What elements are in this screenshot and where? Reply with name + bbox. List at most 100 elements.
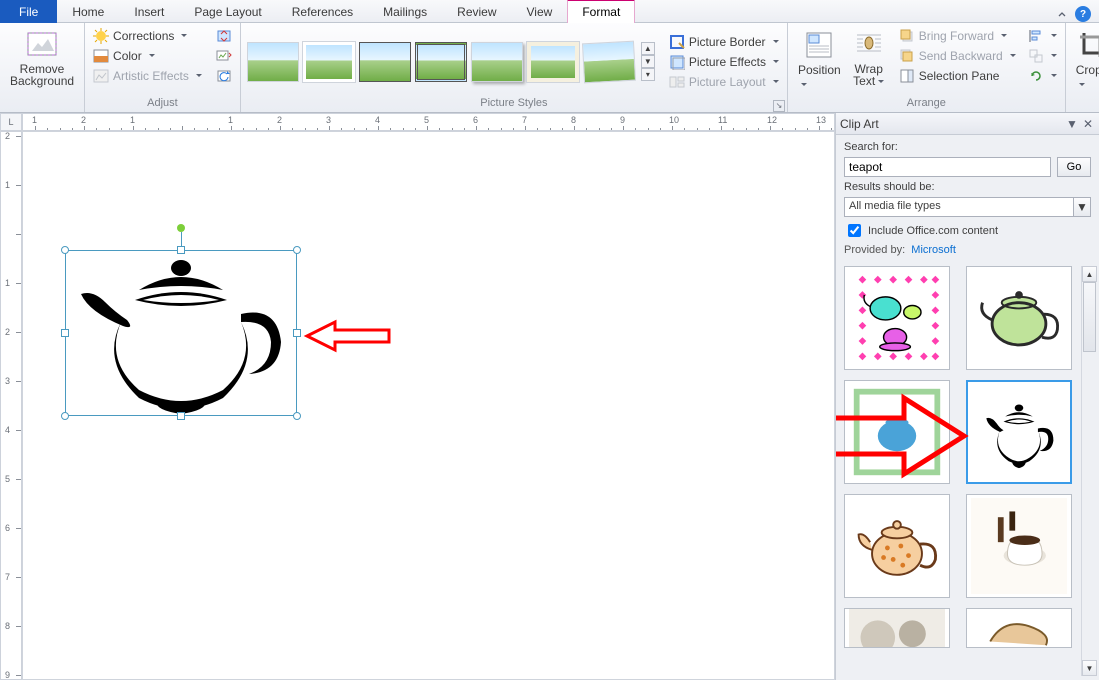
rotate-button[interactable] [1026, 67, 1059, 85]
selected-picture[interactable] [65, 250, 297, 416]
picture-layout-icon [669, 74, 685, 90]
ruler-corner[interactable]: L [0, 113, 22, 131]
send-backward-button[interactable]: Send Backward [897, 47, 1018, 65]
resize-handle-tr[interactable] [293, 246, 301, 254]
help-icon[interactable]: ? [1075, 6, 1091, 22]
horizontal-ruler[interactable]: 121123456789101112131415 [22, 113, 835, 131]
resize-handle-bm[interactable] [177, 412, 185, 420]
clipart-thumb[interactable] [966, 608, 1072, 648]
picture-style-thumb[interactable] [471, 42, 523, 82]
annotation-arrow-left [301, 316, 391, 356]
remove-background-label: Remove Background [10, 63, 74, 87]
pane-close-icon[interactable]: ✕ [1081, 117, 1095, 131]
wrap-text-button[interactable]: Wrap Text [849, 27, 889, 89]
vertical-ruler[interactable]: 211234567891011 [0, 131, 22, 680]
picture-style-thumb[interactable] [415, 42, 467, 82]
bring-forward-label: Bring Forward [919, 29, 994, 43]
search-input[interactable] [844, 157, 1051, 177]
rotate-handle[interactable] [177, 224, 185, 232]
crop-button[interactable]: Crop [1072, 27, 1099, 93]
clipart-thumb[interactable] [844, 494, 950, 598]
picture-border-icon [669, 34, 685, 50]
picture-style-thumb[interactable] [582, 40, 636, 83]
tab-references[interactable]: References [277, 0, 368, 23]
change-picture-button[interactable] [214, 47, 234, 65]
results-filter-combo[interactable]: All media file types ▼ [844, 197, 1091, 217]
tab-mailings[interactable]: Mailings [368, 0, 442, 23]
wrap-text-label: Wrap Text [853, 63, 885, 87]
resize-handle-tl[interactable] [61, 246, 69, 254]
clipart-thumb[interactable] [844, 266, 950, 370]
resize-handle-mr[interactable] [293, 329, 301, 337]
picture-effects-label: Picture Effects [689, 55, 766, 69]
include-office-checkbox[interactable] [848, 224, 861, 237]
color-label: Color [113, 49, 142, 63]
picture-style-thumb[interactable] [247, 42, 299, 82]
reset-picture-icon [216, 68, 232, 84]
color-button[interactable]: Color [91, 47, 204, 65]
bring-forward-icon [899, 28, 915, 44]
gallery-up-button[interactable]: ▲ [641, 42, 655, 55]
picture-style-thumb[interactable] [359, 42, 411, 82]
selection-outline [65, 250, 297, 416]
results-should-be-label: Results should be: [844, 181, 1091, 193]
tab-file[interactable]: File [0, 0, 57, 23]
clipart-thumb[interactable] [966, 494, 1072, 598]
remove-background-button[interactable]: Remove Background [6, 27, 78, 89]
results-scrollbar[interactable]: ▲ ▼ [1081, 266, 1097, 676]
gallery-down-button[interactable]: ▼ [641, 55, 655, 68]
picture-styles-launcher[interactable]: ↘ [773, 100, 785, 112]
align-icon [1028, 28, 1044, 44]
tab-view[interactable]: View [512, 0, 568, 23]
picture-style-thumb[interactable] [527, 42, 579, 82]
position-button[interactable]: Position [794, 27, 845, 93]
artistic-effects-button[interactable]: Artistic Effects [91, 67, 204, 85]
compress-pictures-button[interactable] [214, 27, 234, 45]
picture-style-thumb[interactable] [303, 42, 355, 82]
tab-home[interactable]: Home [57, 0, 119, 23]
clipart-thumb[interactable] [844, 608, 950, 648]
picture-effects-button[interactable]: Picture Effects [667, 53, 781, 71]
corrections-button[interactable]: Corrections [91, 27, 204, 45]
selection-pane-button[interactable]: Selection Pane [897, 67, 1018, 85]
scroll-thumb[interactable] [1083, 282, 1096, 352]
minimize-ribbon-icon[interactable] [1055, 8, 1069, 22]
tab-format[interactable]: Format [567, 0, 635, 23]
crop-label: Crop [1076, 63, 1099, 91]
crop-icon [1076, 29, 1099, 61]
clipart-pane: Clip Art ▼ ✕ Search for: Go Results shou… [835, 113, 1099, 680]
search-for-label: Search for: [844, 141, 1091, 153]
picture-layout-button[interactable]: Picture Layout [667, 73, 781, 91]
position-label: Position [798, 63, 841, 91]
chevron-down-icon[interactable]: ▼ [1073, 197, 1091, 217]
adjust-group-label: Adjust [91, 96, 234, 112]
clipart-thumb[interactable] [966, 266, 1072, 370]
scroll-down-button[interactable]: ▼ [1082, 660, 1097, 676]
scroll-up-button[interactable]: ▲ [1082, 266, 1097, 282]
resize-handle-ml[interactable] [61, 329, 69, 337]
tab-insert[interactable]: Insert [119, 0, 179, 23]
resize-handle-br[interactable] [293, 412, 301, 420]
picture-effects-icon [669, 54, 685, 70]
picture-border-button[interactable]: Picture Border [667, 33, 781, 51]
go-button[interactable]: Go [1057, 157, 1091, 177]
results-filter-value: All media file types [844, 197, 1073, 217]
resize-handle-bl[interactable] [61, 412, 69, 420]
gallery-more-button[interactable]: ▾ [641, 68, 655, 81]
document-page[interactable] [22, 131, 835, 680]
send-backward-label: Send Backward [919, 49, 1003, 63]
group-button[interactable] [1026, 47, 1059, 65]
document-area: L 121123456789101112131415 2112345678910… [0, 113, 835, 680]
bring-forward-button[interactable]: Bring Forward [897, 27, 1018, 45]
microsoft-link[interactable]: Microsoft [911, 244, 956, 256]
tab-review[interactable]: Review [442, 0, 511, 23]
resize-handle-tm[interactable] [177, 246, 185, 254]
tab-page-layout[interactable]: Page Layout [179, 0, 276, 23]
picture-styles-gallery[interactable]: ▲ ▼ ▾ [247, 42, 655, 82]
align-button[interactable] [1026, 27, 1059, 45]
pane-options-icon[interactable]: ▼ [1065, 117, 1079, 131]
provided-by-label: Provided by: [844, 244, 905, 256]
reset-picture-button[interactable] [214, 67, 234, 85]
artistic-effects-icon [93, 68, 109, 84]
send-backward-icon [899, 48, 915, 64]
